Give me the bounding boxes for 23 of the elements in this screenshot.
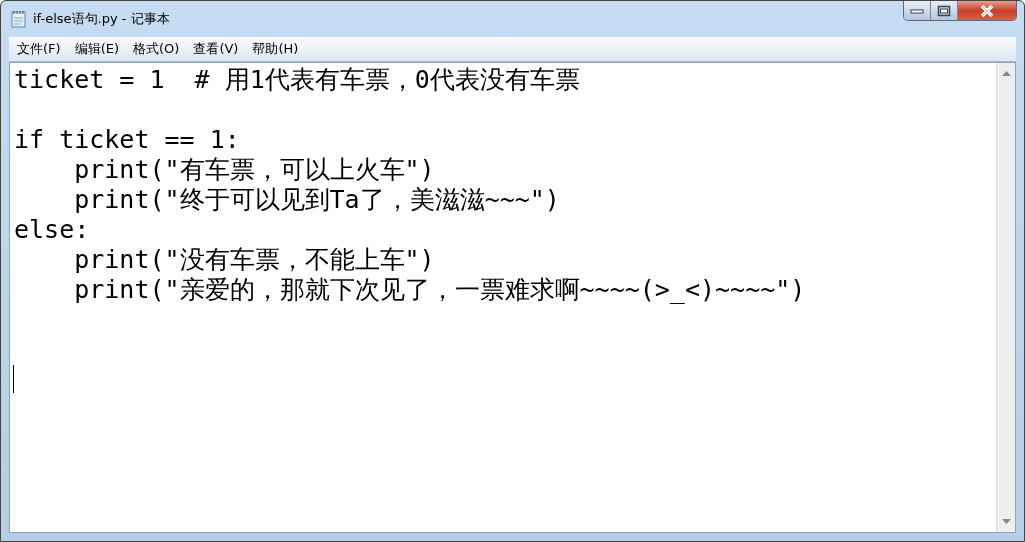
maximize-icon (937, 4, 951, 17)
menu-item[interactable]: 查看(V) (187, 40, 245, 58)
menu-item[interactable]: 文件(F) (11, 40, 67, 58)
close-icon (979, 3, 995, 18)
code-line: print("没有车票，不能上车") (73, 245, 436, 275)
code-line: else: (14, 215, 91, 245)
window-title: if-else语句.py - 记事本 (33, 10, 170, 28)
menu-item[interactable]: 格式(O) (127, 40, 186, 58)
scroll-down-icon[interactable] (1001, 519, 1011, 524)
minimize-icon (910, 7, 924, 14)
code-line: if ticket == 1: (14, 125, 241, 155)
code-line: ticket = 1 # 用1代表有车票，0代表没有车票 (14, 65, 581, 95)
scrollbar[interactable] (996, 63, 1015, 532)
code-line: print("有车票，可以上火车") (73, 155, 436, 185)
code-line: print("终于可以见到Ta了，美滋滋~~~") (73, 185, 561, 215)
text-cursor (13, 365, 14, 393)
maximize-button[interactable] (931, 1, 958, 20)
close-button[interactable] (958, 1, 1016, 20)
scroll-up-icon[interactable] (1001, 71, 1011, 76)
code-line: print("亲爱的，那就下次见了，一票难求啊~~~~(>_<)~~~~") (73, 275, 807, 305)
notepad-icon (11, 10, 27, 28)
menu-item[interactable]: 编辑(E) (68, 40, 125, 58)
menu-item[interactable]: 帮助(H) (246, 40, 305, 58)
